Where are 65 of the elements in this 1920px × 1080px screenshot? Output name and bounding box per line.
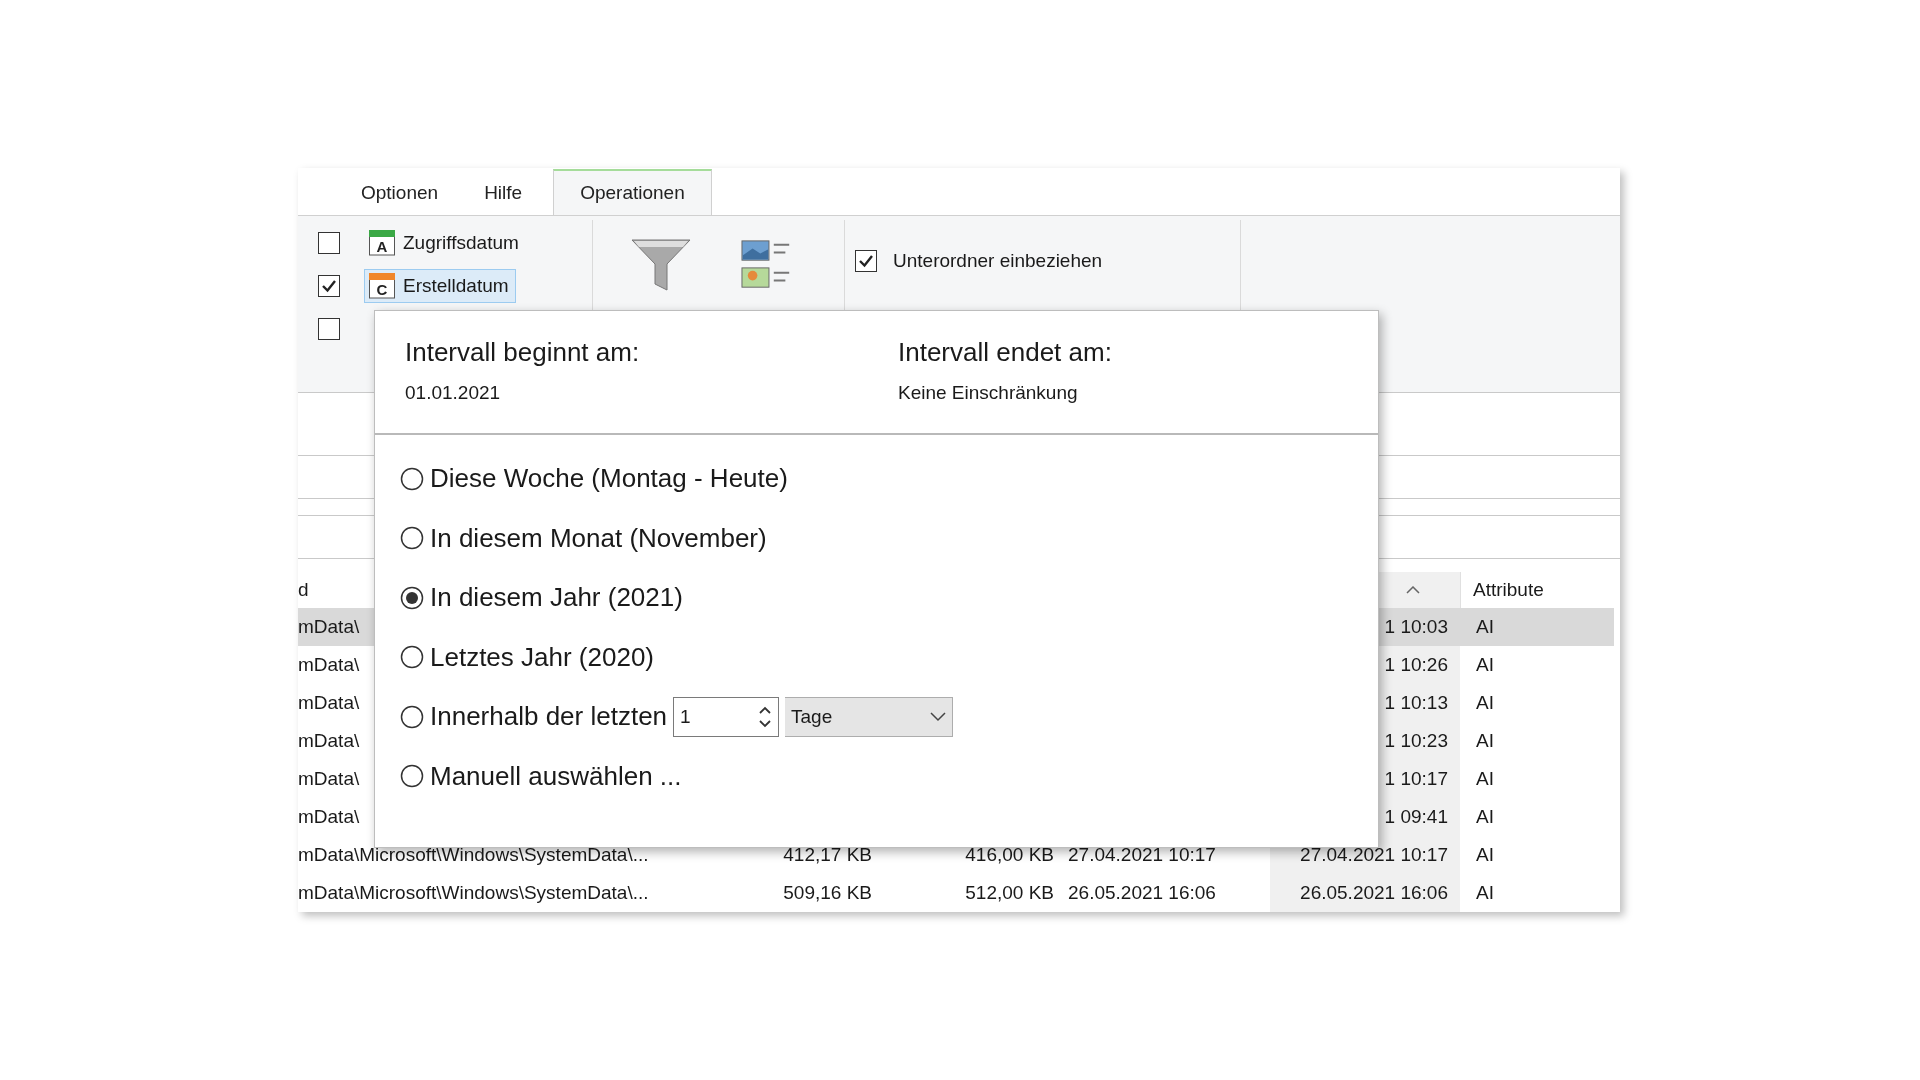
option-label: Letztes Jahr (2020): [430, 641, 654, 673]
unit-dropdown[interactable]: Tage: [785, 696, 954, 737]
filter-icon[interactable]: [631, 238, 691, 294]
option-label: Manuell auswählen ...: [430, 760, 682, 792]
table-cell: 512,00 KB: [965, 882, 1054, 904]
table-cell: AI: [1476, 806, 1494, 828]
table-cell: AI: [1476, 692, 1494, 714]
calendar-icon: A: [369, 230, 395, 256]
option-label: Innerhalb der letzten: [430, 701, 668, 733]
tab[interactable]: Optionen: [338, 170, 462, 215]
table-cell: mData\Microsoft\Windows\SystemData\...: [298, 844, 649, 866]
table-cell: mData\: [298, 768, 360, 790]
table-cell: AI: [1476, 616, 1494, 638]
date-button[interactable]: C Erstelldatum: [364, 269, 516, 303]
calendar-icon: C: [369, 273, 395, 299]
radio-button[interactable]: [400, 466, 424, 491]
table-cell: 27.04.2021 10:17: [1300, 844, 1448, 866]
table-cell: 1 10:26: [1384, 654, 1448, 676]
start-date: 01.01.2021: [405, 382, 502, 404]
table-cell: mData\Microsoft\Windows\SystemData\...: [298, 882, 649, 904]
option-label: In diesem Monat (November): [430, 522, 767, 554]
table-cell: 26.05.2021 16:06: [1300, 882, 1448, 904]
checkbox[interactable]: [318, 318, 340, 340]
option-label: In diesem Jahr (2021): [430, 582, 683, 614]
checkbox[interactable]: [855, 250, 877, 272]
checkbox-label: Unterordner einbeziehen: [893, 250, 1103, 272]
table-cell: 1 10:17: [1384, 768, 1448, 790]
table-cell: 1 10:23: [1384, 730, 1448, 752]
table-cell: mData\: [298, 616, 360, 638]
table-row[interactable]: mData\Microsoft\Windows\SystemData\... 509,16 KB 512,00 KB 26.05.2021 16:06 26.05.2021 16:06 AI: [298, 874, 1614, 912]
table-cell: 26.05.2021 16:06: [1068, 882, 1216, 904]
table-cell: 27.04.2021 10:17: [1068, 844, 1216, 866]
checkbox[interactable]: [318, 232, 340, 254]
column-header[interactable]: d: [298, 579, 309, 601]
sort-caret-icon[interactable]: [1406, 586, 1420, 594]
checkbox[interactable]: [318, 275, 340, 297]
table-cell: AI: [1476, 730, 1494, 752]
table-cell: 1 10:13: [1384, 692, 1448, 714]
end-date: Keine Einschränkung: [898, 382, 1079, 404]
chevron-down-icon: [930, 711, 947, 722]
radio-button[interactable]: [400, 704, 424, 729]
table-cell: AI: [1476, 654, 1494, 676]
radio-button[interactable]: [400, 645, 424, 670]
tab[interactable]: Hilfe: [461, 170, 546, 215]
table-cell: AI: [1476, 882, 1494, 904]
table-cell: 1 09:41: [1384, 806, 1448, 828]
radio-button[interactable]: [400, 585, 424, 610]
table-cell: mData\: [298, 730, 360, 752]
table-cell: mData\: [298, 654, 360, 676]
radio-button[interactable]: [400, 526, 424, 551]
table-cell: 416,00 KB: [965, 844, 1054, 866]
tab[interactable]: Operationen: [553, 169, 712, 215]
table-cell: mData\: [298, 806, 360, 828]
start-heading: Intervall beginnt am:: [405, 337, 641, 368]
table-cell: AI: [1476, 768, 1494, 790]
table-cell: 412,17 KB: [783, 844, 872, 866]
option-label: Diese Woche (Montag - Heute): [430, 463, 788, 495]
radio-button[interactable]: [400, 764, 424, 789]
number-spinner[interactable]: 1: [673, 696, 780, 737]
end-heading: Intervall endet am:: [898, 337, 1113, 368]
table-cell: 1 10:03: [1384, 616, 1448, 638]
date-button[interactable]: A Zugriffsdatum: [364, 226, 526, 260]
table-cell: AI: [1476, 844, 1494, 866]
table-cell: mData\: [298, 692, 360, 714]
table-cell: 509,16 KB: [783, 882, 872, 904]
